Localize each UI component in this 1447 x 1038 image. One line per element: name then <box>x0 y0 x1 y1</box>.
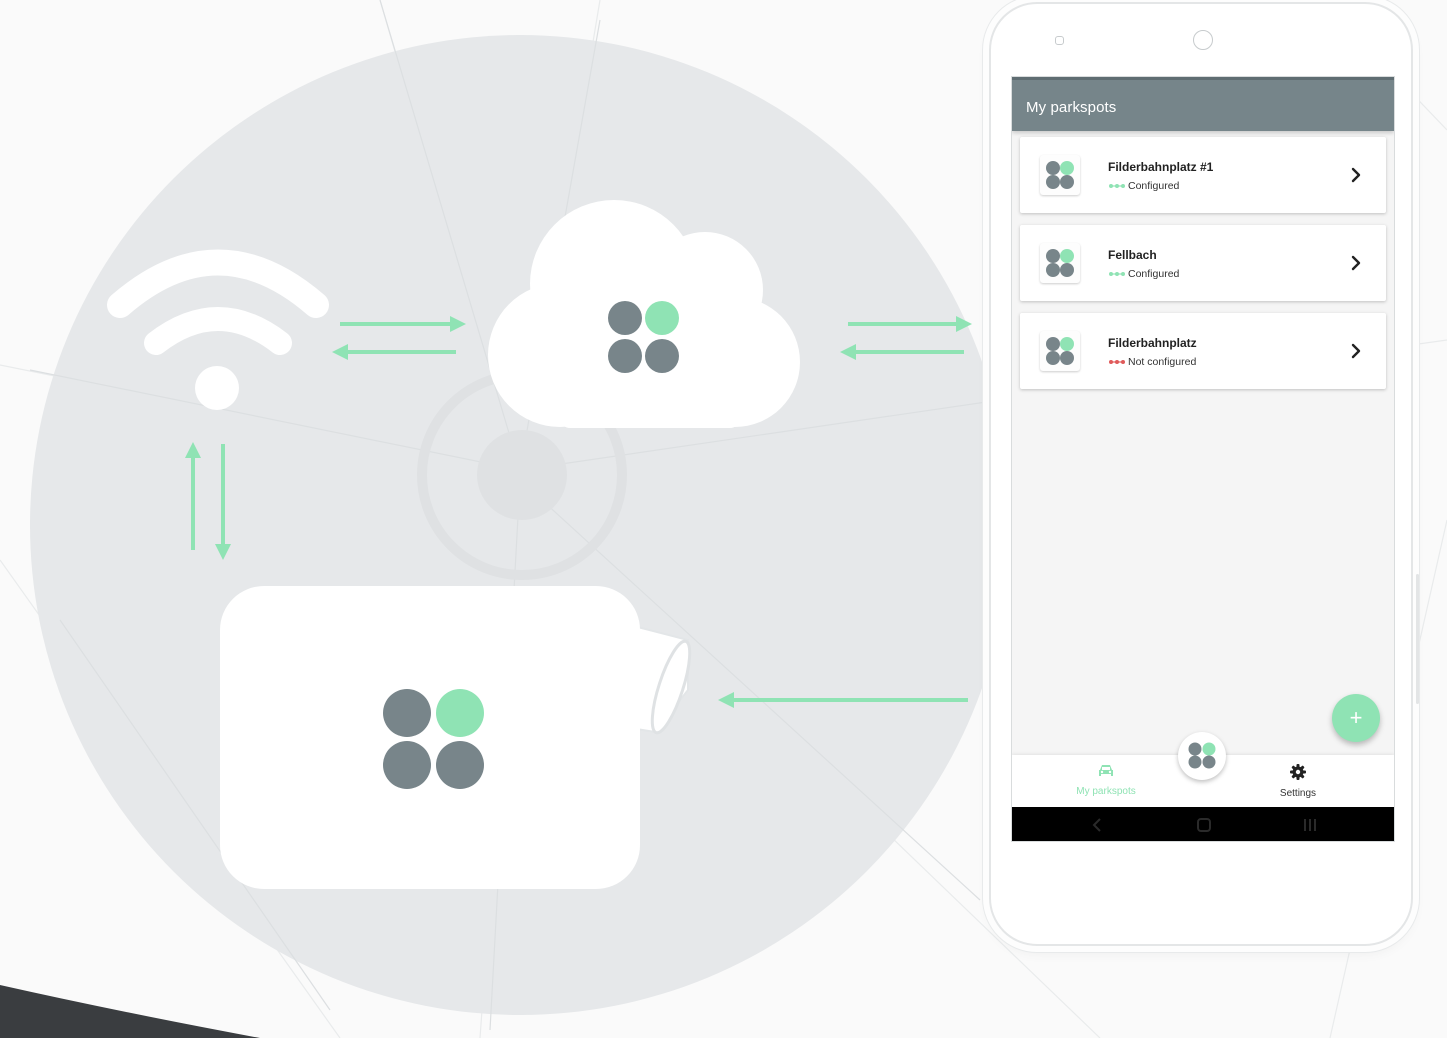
app-screen: My parkspots Filderbahnplatz #1 Configur… <box>1011 76 1395 842</box>
parkspot-list: Filderbahnplatz #1 Configured Fellbach C… <box>1020 137 1386 401</box>
status-ok-icon <box>1109 272 1125 276</box>
parkspot-logo-icon <box>1040 331 1080 371</box>
chevron-right-icon <box>1351 167 1361 183</box>
parkspot-status-text: Configured <box>1128 268 1180 280</box>
phone-mockup: My parkspots Filderbahnplatz #1 Configur… <box>989 2 1419 946</box>
parkspot-card[interactable]: Fellbach Configured <box>1020 225 1386 301</box>
parkspot-status: Configured <box>1108 268 1179 280</box>
parkspot-status: Configured <box>1108 180 1179 192</box>
nav-settings-label: Settings <box>1279 788 1317 799</box>
parkspot-status: Not configured <box>1108 356 1196 368</box>
app-bar: My parkspots <box>1012 77 1394 131</box>
parkspot-logo-icon <box>1188 742 1216 769</box>
recents-icon[interactable] <box>1300 817 1320 833</box>
parkspot-status-text: Configured <box>1128 180 1180 192</box>
parkspot-name: Filderbahnplatz #1 <box>1108 160 1214 174</box>
camera-device-icon <box>220 586 692 889</box>
parkspot-name: Fellbach <box>1108 248 1157 262</box>
nav-settings[interactable]: Settings <box>1248 763 1348 799</box>
home-logo-button[interactable] <box>1178 732 1226 780</box>
add-parkspot-button[interactable]: + <box>1332 694 1380 742</box>
nav-my-parkspots[interactable]: My parkspots <box>1056 763 1156 797</box>
status-error-icon <box>1109 360 1125 364</box>
chevron-right-icon <box>1351 343 1361 359</box>
status-ok-icon <box>1109 184 1125 188</box>
decorative-shadow-wedge <box>0 985 260 1038</box>
gear-icon <box>1290 764 1306 780</box>
chevron-right-icon <box>1351 255 1361 271</box>
phone-camera <box>1193 30 1213 50</box>
parkspot-card[interactable]: Filderbahnplatz Not configured <box>1020 313 1386 389</box>
system-navigation-bar <box>1012 807 1394 841</box>
parkspot-logo-icon <box>1040 155 1080 195</box>
back-icon[interactable] <box>1088 817 1108 833</box>
phone-side-button <box>1416 574 1419 704</box>
phone-sensor <box>1055 36 1064 45</box>
car-icon <box>1099 765 1113 776</box>
nav-my-parkspots-label: My parkspots <box>1076 786 1136 797</box>
home-icon[interactable] <box>1194 817 1214 833</box>
app-bar-title: My parkspots <box>1026 99 1117 116</box>
parkspot-card[interactable]: Filderbahnplatz #1 Configured <box>1020 137 1386 213</box>
parkspot-logo-icon <box>1040 243 1080 283</box>
parkspot-name: Filderbahnplatz <box>1108 336 1197 350</box>
parkspot-status-text: Not configured <box>1128 356 1197 368</box>
